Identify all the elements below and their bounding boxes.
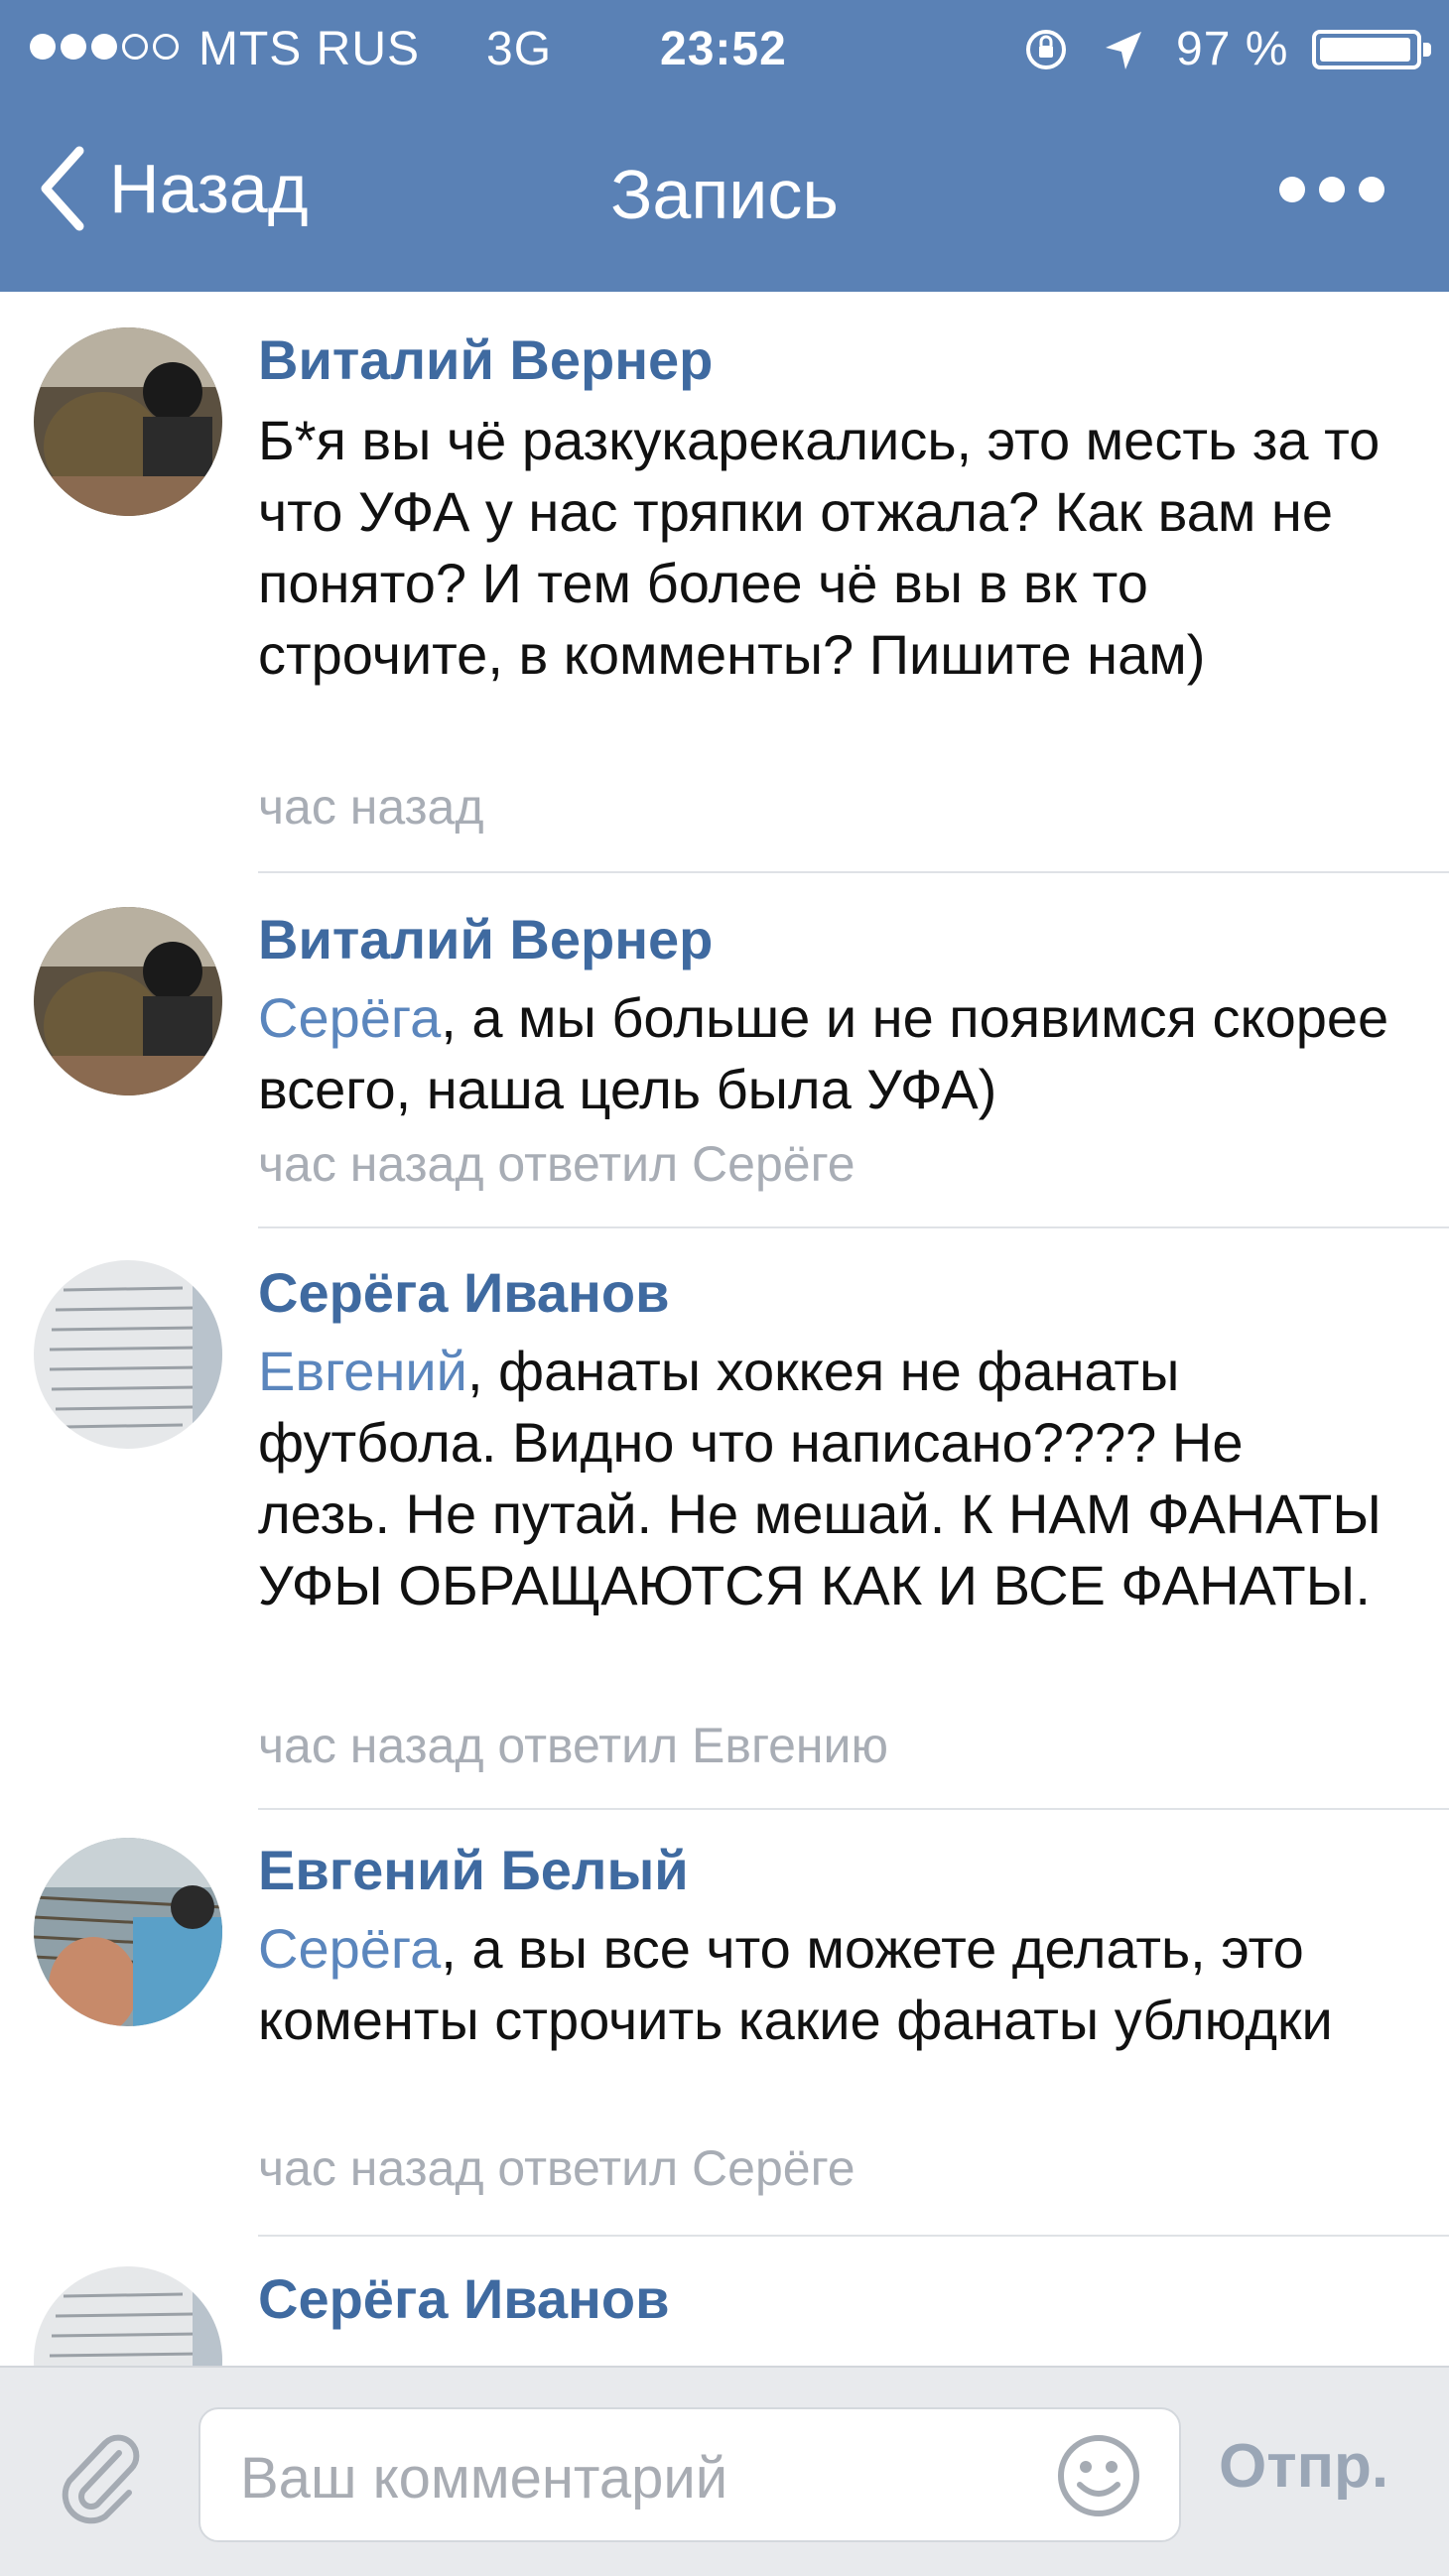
comment-text: Евгений, фанаты хоккея не фанаты футбола… bbox=[258, 1336, 1389, 1621]
page-title: Запись bbox=[610, 156, 839, 233]
comment-author[interactable]: Виталий Вернер bbox=[258, 327, 713, 392]
comment-author[interactable]: Евгений Белый bbox=[258, 1838, 689, 1902]
more-dot-icon bbox=[1279, 177, 1305, 202]
more-dot-icon bbox=[1319, 177, 1345, 202]
signal-strength-icon bbox=[30, 34, 179, 60]
clock: 23:52 bbox=[660, 23, 787, 75]
comment-author[interactable]: Виталий Вернер bbox=[258, 907, 713, 971]
avatar-image bbox=[34, 327, 222, 516]
comment-input[interactable]: Ваш комментарий bbox=[198, 2407, 1181, 2542]
comment-body: Б*я вы чё разкукарекались, это месть за … bbox=[258, 409, 1381, 686]
avatar[interactable] bbox=[34, 2266, 222, 2366]
rotation-lock-icon bbox=[1026, 30, 1066, 69]
battery-icon bbox=[1312, 30, 1431, 69]
comment-item: Серёга Иванов Евгений, фанаты хоккея не … bbox=[0, 1230, 1449, 1810]
comments-list[interactable]: Виталий Вернер Б*я вы чё разкукарекались… bbox=[0, 292, 1449, 2366]
send-button[interactable]: Отпр. bbox=[1219, 2431, 1388, 2502]
comment-meta: час назад ответил Серёге bbox=[258, 1136, 856, 1192]
status-bar: MTS RUS 3G 23:52 97 % bbox=[0, 0, 1449, 95]
more-options-button[interactable] bbox=[1272, 175, 1391, 204]
network-type: 3G bbox=[486, 23, 553, 75]
avatar[interactable] bbox=[34, 1838, 222, 2026]
avatar[interactable] bbox=[34, 327, 222, 516]
comment-item: Серёга Иванов bbox=[0, 2237, 1449, 2366]
comment-author[interactable]: Серёга Иванов bbox=[258, 2266, 670, 2331]
comment-author[interactable]: Серёга Иванов bbox=[258, 1260, 670, 1325]
comment-item: Евгений Белый Серёга, а вы все что может… bbox=[0, 1810, 1449, 2237]
comment-meta: час назад ответил Серёге bbox=[258, 2140, 856, 2196]
top-bar: MTS RUS 3G 23:52 97 % Назад Запись bbox=[0, 0, 1449, 292]
comment-mention[interactable]: Евгений bbox=[258, 1340, 467, 1402]
comment-compose-bar: Ваш комментарий Отпр. bbox=[0, 2366, 1449, 2576]
comment-meta: час назад bbox=[258, 779, 484, 835]
smile-icon[interactable] bbox=[1054, 2431, 1143, 2520]
comment-meta: час назад ответил Евгению bbox=[258, 1718, 888, 1773]
comment-item: Виталий Вернер Серёга, а мы больше и не … bbox=[0, 873, 1449, 1230]
comment-mention[interactable]: Серёга bbox=[258, 1917, 441, 1980]
carrier-label: MTS RUS bbox=[198, 23, 420, 75]
navigation-bar: Назад Запись bbox=[0, 95, 1449, 292]
paperclip-icon[interactable] bbox=[50, 2425, 149, 2524]
avatar-image bbox=[34, 907, 222, 1095]
battery-level bbox=[1320, 38, 1411, 62]
avatar-image bbox=[34, 1838, 222, 2026]
battery-percent: 97 % bbox=[1176, 23, 1289, 75]
avatar[interactable] bbox=[34, 1260, 222, 1449]
comment-divider bbox=[258, 1226, 1449, 1228]
avatar-image bbox=[34, 1260, 222, 1449]
more-dot-icon bbox=[1359, 177, 1384, 202]
comment-mention[interactable]: Серёга bbox=[258, 986, 441, 1049]
comment-text: Серёга, а вы все что можете делать, это … bbox=[258, 1913, 1389, 2056]
avatar-image bbox=[34, 2266, 222, 2366]
comment-item: Виталий Вернер Б*я вы чё разкукарекались… bbox=[0, 292, 1449, 873]
comment-text: Серёга, а мы больше и не появимся скорее… bbox=[258, 982, 1389, 1125]
location-arrow-icon bbox=[1106, 32, 1141, 69]
comment-text: Б*я вы чё разкукарекались, это месть за … bbox=[258, 405, 1389, 691]
comment-input-placeholder: Ваш комментарий bbox=[240, 2446, 728, 2511]
avatar[interactable] bbox=[34, 907, 222, 1095]
